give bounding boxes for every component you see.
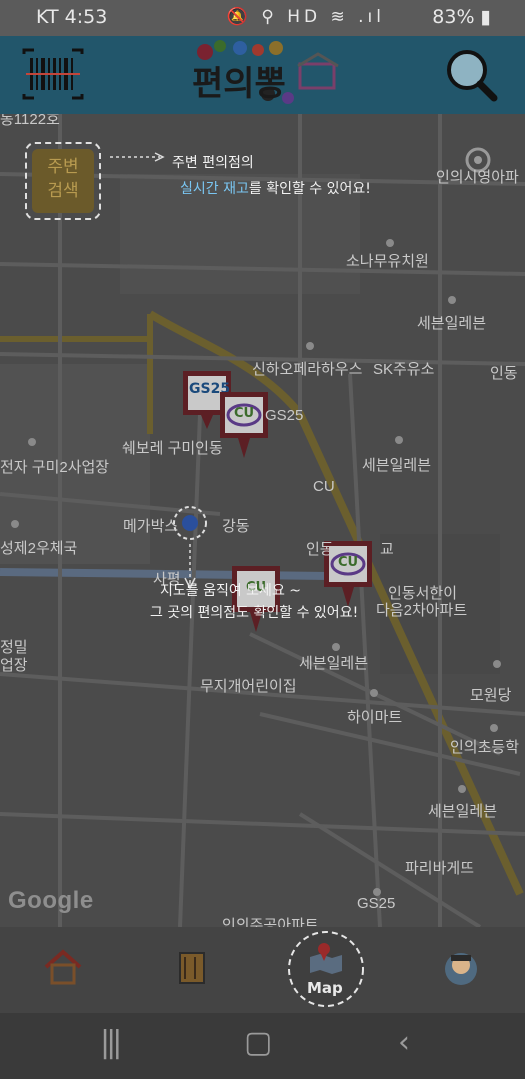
map-label: 세븐일레븐 <box>299 655 369 672</box>
map-label: 교 <box>380 541 394 558</box>
move-tip-line1: 지도를 움직여 보세요 ~ <box>160 583 302 599</box>
status-bar: KT 4:53 🔕 ⚲ HD ≋ .ıl 83% ▮ <box>0 0 525 36</box>
map-label: 파리바게뜨 <box>405 860 475 877</box>
map-label: 강동 <box>222 518 250 535</box>
map-label: 성제2우체국 <box>0 540 78 557</box>
recent-apps-button[interactable]: ||| <box>100 1025 122 1060</box>
map-label: 인의시영아파 <box>436 169 519 186</box>
bottom-nav: Map 지도 <box>0 927 525 1033</box>
map-label: 인의초등학 <box>450 739 520 756</box>
move-tip-line2: 그 곳의 편의점도 확인할 수 있어요! <box>150 605 359 621</box>
cu-logo-text: CU <box>233 406 255 421</box>
search-icon[interactable] <box>447 50 498 102</box>
system-nav-bar: ||| ▢ ‹ <box>0 1013 525 1079</box>
map-label: 메가박스 <box>123 518 179 535</box>
map-label: 인동 <box>306 541 334 558</box>
map-label: 업장 <box>0 657 28 674</box>
battery-level: 83% ▮ <box>432 6 491 28</box>
move-map-tip: 지도를 움직여 보세요 ~ 그 곳의 편의점도 확인할 수 있어요! <box>150 580 358 624</box>
app-logo-text: 편의뽕 <box>192 64 286 104</box>
map-label: 무지개어린이집 <box>200 678 297 695</box>
map-label: 인의주공아파트 <box>222 917 319 927</box>
status-carrier-time: KT 4:53 <box>36 6 108 28</box>
map-label: 인동 <box>490 365 518 382</box>
profile-icon[interactable] <box>445 953 477 985</box>
cu-logo-text: CU <box>337 555 359 570</box>
map-label: GS25 <box>265 407 304 424</box>
nearby-search-button[interactable]: 주변 검색 <box>25 142 101 220</box>
nearby-tip-line2: 실시간 재고를 확인할 수 있어요! <box>180 176 371 202</box>
app-bar: 편의뽕 <box>0 36 525 114</box>
map-label: 세븐일레븐 <box>362 457 432 474</box>
map-label: 세븐일레븐 <box>417 315 487 332</box>
home-button[interactable]: ▢ <box>244 1025 272 1060</box>
map-label: 다음2차아파트 <box>376 602 468 619</box>
nearby-search-label: 주변 검색 <box>32 149 94 213</box>
nearby-tip-highlight: 실시간 재고 <box>180 181 249 197</box>
back-button[interactable]: ‹ <box>398 1025 410 1060</box>
map-label: 쉐보레 구미인동 <box>122 440 223 457</box>
map-label: SK주유소 <box>373 361 435 378</box>
barcode-icon[interactable] <box>22 48 84 100</box>
map-label: GS25 <box>357 895 396 912</box>
map-label: 모원당 <box>470 687 512 704</box>
map-label: 신하오페라하우스 <box>252 361 363 378</box>
map-label: CU <box>313 478 335 495</box>
nearby-tip: 주변 편의점의 실시간 재고를 확인할 수 있어요! <box>172 150 371 202</box>
map-label: 동1122호 <box>0 114 60 128</box>
nearby-tip-rest: 를 확인할 수 있어요! <box>248 181 371 197</box>
map-label: 전자 구미2사업장 <box>0 459 110 476</box>
map-label: 소나무유치원 <box>346 253 429 270</box>
map-view[interactable]: GS25 CU CU CU 동1122호 인의시영아파 소나무유치원 세븐일레븐… <box>0 114 525 927</box>
map-tab-label: Map <box>307 979 343 997</box>
map-label: 세븐일레븐 <box>428 803 498 820</box>
google-logo: Google <box>8 887 94 914</box>
map-label: 하이마트 <box>347 709 403 726</box>
nearby-tip-line1: 주변 편의점의 <box>172 155 254 171</box>
recipe-book-icon[interactable] <box>179 952 205 984</box>
status-indicators: 🔕 ⚲ HD ≋ .ıl <box>226 7 385 27</box>
home-icon[interactable] <box>44 949 82 985</box>
